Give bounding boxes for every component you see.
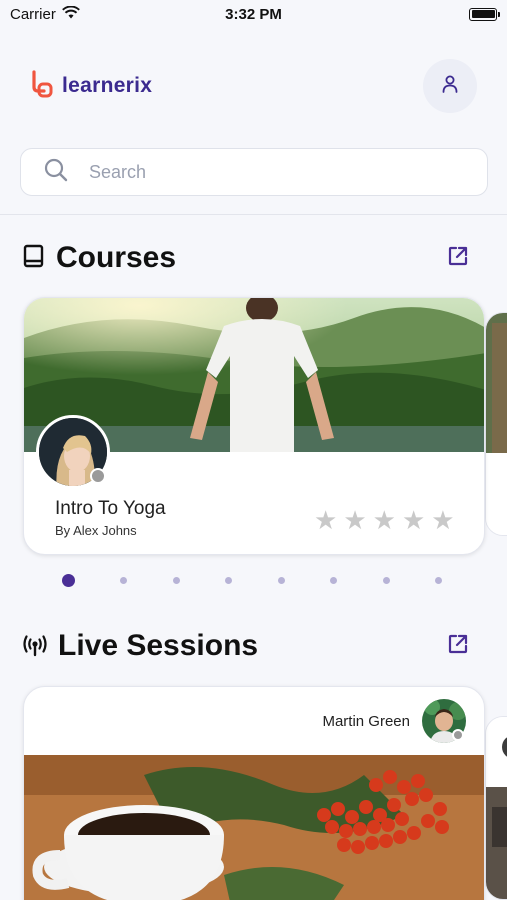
carousel-dot[interactable] [330, 576, 338, 584]
star-icon[interactable]: ★ [314, 507, 337, 533]
brand-logo[interactable]: learnerix [28, 69, 152, 104]
live-sessions-title-group: Live Sessions [22, 629, 258, 663]
carousel-dot[interactable] [120, 576, 128, 584]
search-icon [43, 157, 69, 188]
live-sessions-title: Live Sessions [58, 629, 259, 662]
book-icon [22, 243, 46, 274]
status-bar: Carrier 3:32 PM [0, 0, 507, 28]
next-live-card-peek[interactable] [485, 716, 507, 900]
courses-title-group: Courses [22, 241, 176, 275]
star-icon[interactable]: ★ [343, 507, 366, 533]
profile-button[interactable] [423, 59, 477, 113]
carousel-dot[interactable] [382, 576, 390, 584]
carousel-dot[interactable] [172, 576, 180, 584]
course-card[interactable]: Intro To Yoga By Alex Johns ★ ★ ★ ★ ★ [23, 297, 485, 555]
live-session-image [24, 755, 484, 900]
next-course-card-peek[interactable] [485, 312, 507, 536]
brand-name: learnerix [62, 74, 153, 97]
courses-header: Courses [22, 238, 469, 278]
host-row: Martin Green [24, 687, 484, 755]
user-icon [440, 74, 460, 99]
carousel-pagination [62, 573, 442, 587]
battery-icon [469, 7, 500, 21]
courses-open-external-icon[interactable] [447, 245, 469, 272]
search-bar[interactable] [20, 148, 488, 196]
rating-stars[interactable]: ★ ★ ★ ★ ★ [314, 507, 455, 533]
courses-title: Courses [56, 241, 177, 274]
carousel-dot[interactable] [225, 576, 233, 584]
carousel-dot[interactable] [434, 576, 442, 584]
header-divider [0, 214, 507, 215]
search-input[interactable] [89, 161, 429, 183]
logo-mark-icon [28, 69, 54, 104]
instructor-status-dot [90, 468, 106, 484]
carousel-dot[interactable] [277, 576, 285, 584]
live-session-card[interactable]: Martin Green [23, 686, 485, 900]
carousel-dot-active[interactable] [62, 573, 75, 587]
wifi-icon [61, 5, 80, 23]
carrier-label: Carrier [10, 5, 56, 23]
live-sessions-header: Live Sessions [22, 626, 469, 666]
host-status-dot [452, 729, 464, 741]
star-icon[interactable]: ★ [431, 507, 454, 533]
live-open-external-icon[interactable] [447, 633, 469, 660]
host-name: Martin Green [322, 712, 410, 730]
course-author: By Alex Johns [55, 523, 137, 538]
app-header: learnerix [28, 58, 477, 114]
star-icon[interactable]: ★ [402, 507, 425, 533]
star-icon[interactable]: ★ [373, 507, 396, 533]
status-left: Carrier [10, 5, 80, 23]
course-title: Intro To Yoga [55, 498, 166, 519]
broadcast-icon [22, 631, 48, 662]
